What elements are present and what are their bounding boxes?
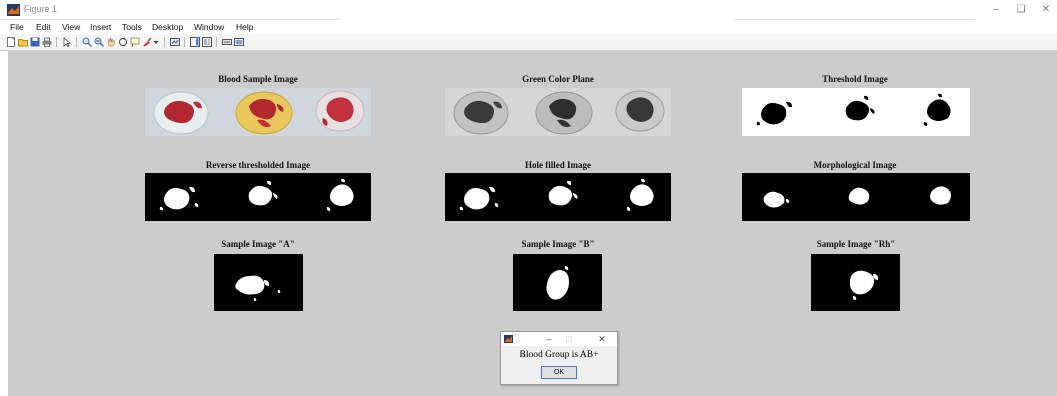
- pan-icon[interactable]: [106, 37, 116, 47]
- figure-toolbar: [0, 34, 1057, 51]
- axes-title-sample-b: Sample Image "B": [521, 239, 595, 249]
- axes-title-green-plane: Green Color Plane: [522, 74, 594, 84]
- link-plot-icon[interactable]: [170, 37, 180, 47]
- toolbar-separator: [76, 37, 77, 47]
- morphological-image: [742, 173, 970, 221]
- show-plot-tools-icon[interactable]: [234, 37, 244, 47]
- data-cursor-icon[interactable]: [130, 37, 140, 47]
- matlab-app-icon: [7, 4, 20, 16]
- rotate-3d-icon[interactable]: [118, 37, 128, 47]
- green-color-plane-image: [445, 88, 671, 136]
- close-window-button[interactable]: ✕: [1035, 3, 1057, 17]
- axes-title-sample-a: Sample Image "A": [221, 239, 295, 249]
- reverse-thresholded-image: [145, 173, 371, 221]
- menu-insert[interactable]: Insert: [90, 22, 111, 32]
- close-icon: ✕: [598, 334, 606, 344]
- toolbar-separator: [164, 37, 165, 47]
- sample-image-a: [214, 254, 303, 311]
- ok-button[interactable]: OK: [541, 366, 577, 379]
- blood-sample-image: [145, 88, 371, 136]
- menu-bar: File Edit View Insert Tools Desktop Wind…: [0, 20, 1057, 34]
- maximize-icon: □: [566, 334, 572, 344]
- brush-icon[interactable]: [142, 37, 152, 47]
- restore-icon: ❏: [1016, 4, 1026, 15]
- zoom-in-icon[interactable]: [82, 37, 92, 47]
- brush-dropdown-icon[interactable]: [153, 37, 159, 47]
- dialog-maximize-button[interactable]: □: [561, 332, 577, 346]
- dialog-minimize-button[interactable]: –: [541, 332, 557, 346]
- message-dialog: – □ ✕ Blood Group is AB+ OK: [500, 331, 618, 385]
- insert-colorbar-icon[interactable]: [190, 37, 200, 47]
- axes-title-morphological: Morphological Image: [813, 160, 897, 170]
- threshold-image: [742, 88, 970, 136]
- toolbar-separator: [56, 37, 57, 47]
- axes-title-sample-rh: Sample Image "Rh": [816, 239, 896, 249]
- zoom-out-icon[interactable]: [94, 37, 104, 47]
- toolbar-separator: [216, 37, 217, 47]
- minimize-icon: –: [993, 4, 999, 15]
- menu-file[interactable]: File: [10, 22, 24, 32]
- close-icon: ✕: [1041, 4, 1051, 15]
- hide-plot-tools-icon[interactable]: [222, 37, 232, 47]
- restore-button[interactable]: ❏: [1010, 3, 1032, 17]
- hole-filled-image: [445, 173, 671, 221]
- menu-help[interactable]: Help: [236, 22, 253, 32]
- menu-view[interactable]: View: [62, 22, 80, 32]
- minimize-icon: –: [546, 334, 552, 344]
- window-title: Figure 1: [24, 4, 58, 14]
- menu-edit[interactable]: Edit: [36, 22, 51, 32]
- sample-image-rh: [811, 254, 900, 311]
- print-icon[interactable]: [42, 37, 52, 47]
- select-arrow-icon[interactable]: [62, 37, 72, 47]
- window-titlebar: Figure 1 – ❏ ✕: [0, 0, 1057, 20]
- menu-tools[interactable]: Tools: [122, 22, 142, 32]
- axes-title-reverse-threshold: Reverse thresholded Image: [205, 160, 311, 170]
- menu-desktop[interactable]: Desktop: [152, 22, 183, 32]
- toolbar-separator: [184, 37, 185, 47]
- minimize-button[interactable]: –: [985, 3, 1007, 17]
- dialog-close-button[interactable]: ✕: [594, 332, 610, 346]
- insert-legend-icon[interactable]: [202, 37, 212, 47]
- save-icon[interactable]: [30, 37, 40, 47]
- menu-window[interactable]: Window: [194, 22, 224, 32]
- matlab-app-icon: [504, 335, 513, 343]
- dialog-message: Blood Group is AB+: [519, 350, 599, 360]
- dialog-titlebar: – □ ✕: [501, 332, 617, 346]
- axes-title-threshold: Threshold Image: [822, 74, 888, 84]
- sample-image-b: [513, 254, 602, 311]
- open-file-icon[interactable]: [18, 37, 28, 47]
- axes-title-blood-sample: Blood Sample Image: [218, 74, 298, 84]
- new-figure-icon[interactable]: [6, 37, 16, 47]
- axes-title-hole-filled: Hole filled Image: [525, 160, 591, 170]
